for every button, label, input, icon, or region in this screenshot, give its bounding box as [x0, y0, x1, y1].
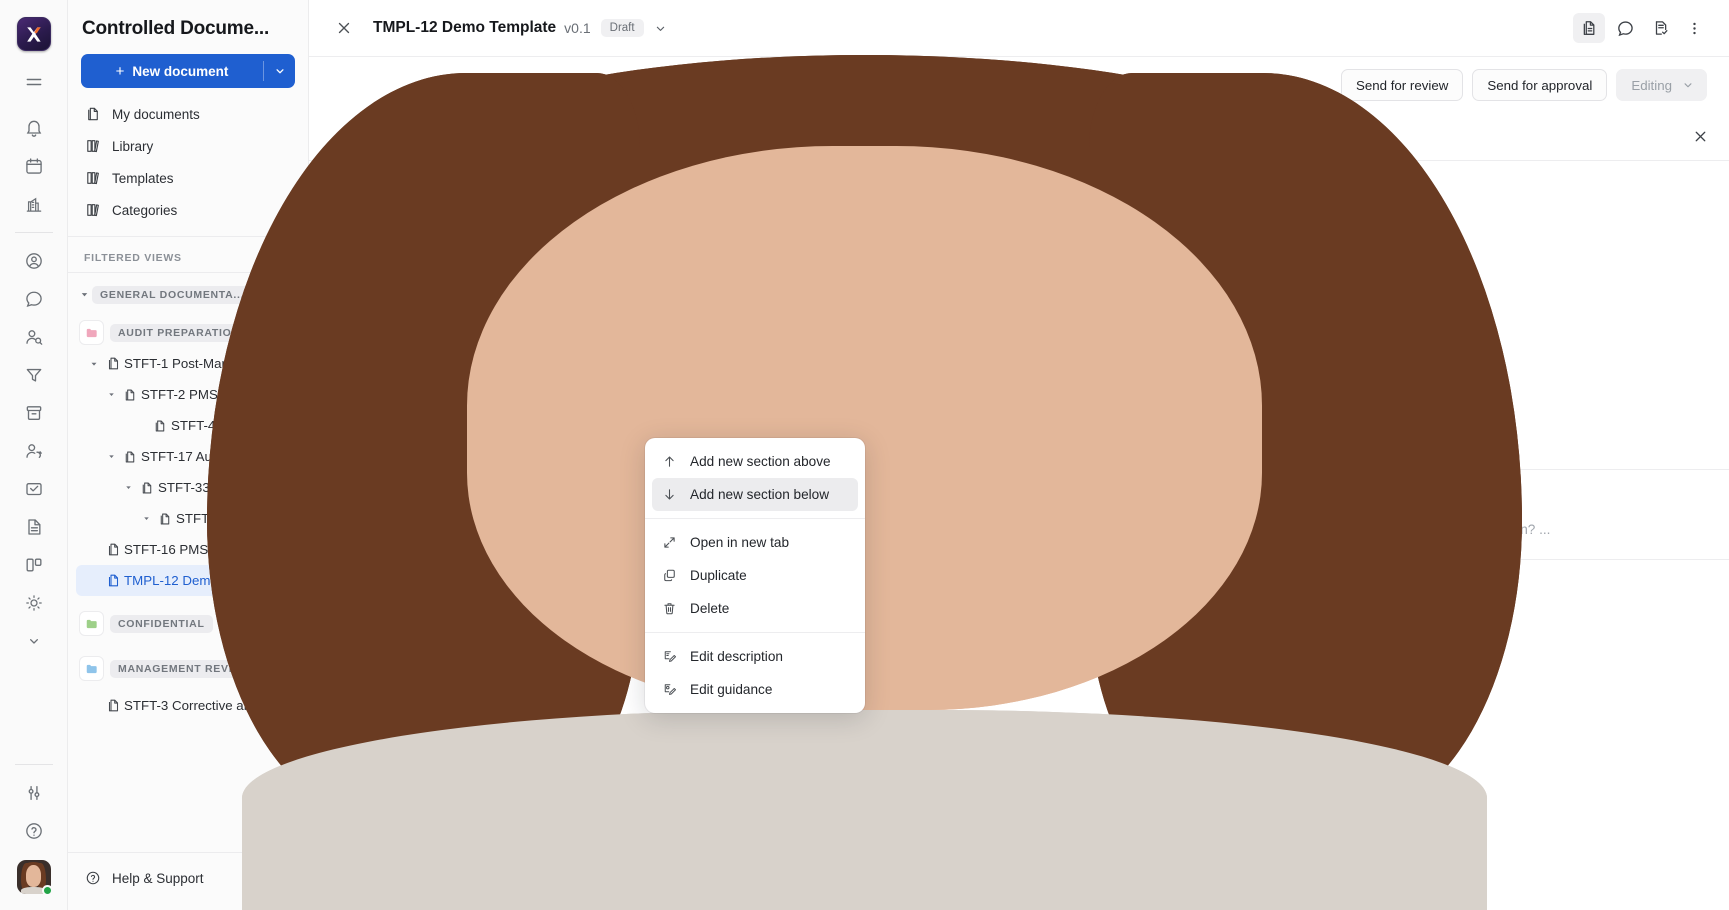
menu-item-edit-description[interactable]: Edit description [652, 640, 858, 673]
menu-item-add-section-below[interactable]: Add new section below [652, 478, 858, 511]
menu-item-edit-guidance[interactable]: Edit guidance [652, 673, 858, 706]
menu-item-label: Add new section below [690, 487, 829, 502]
avatar [1340, 422, 1361, 443]
menu-item-open-in-new-tab[interactable]: Open in new tab [652, 526, 858, 559]
field-author: Author Abigail Dawson [1187, 415, 1709, 449]
arrow-up-icon [661, 454, 677, 469]
menu-item-delete[interactable]: Delete [652, 592, 858, 625]
menu-separator [645, 518, 865, 519]
menu-item-label: Edit description [690, 649, 783, 664]
general-info-panel: General Info ID TMPL-12 Category Interna… [1167, 113, 1729, 910]
menu-item-label: Delete [690, 601, 729, 616]
menu-item-label: Add new section above [690, 454, 831, 469]
menu-item-label: Open in new tab [690, 535, 789, 550]
menu-item-label: Duplicate [690, 568, 747, 583]
main-area: TMPL-12 Demo Template v0.1 Draft [309, 0, 1729, 910]
menu-separator [645, 632, 865, 633]
duplicate-icon [661, 568, 677, 583]
app-window: Controlled Docume... + New document My d… [0, 0, 1729, 910]
content-row: Content Reason & Impact Team Release His… [309, 113, 1729, 910]
trash-icon [661, 601, 677, 616]
menu-item-label: Edit guidance [690, 682, 772, 697]
edit-guidance-icon [661, 682, 677, 697]
open-new-tab-icon [661, 535, 677, 550]
panel-body: ID TMPL-12 Category Internal Audit Docum… [1167, 161, 1729, 664]
edit-description-icon [661, 649, 677, 664]
menu-item-duplicate[interactable]: Duplicate [652, 559, 858, 592]
section-context-menu: Add new section above Add new section be… [645, 438, 865, 713]
menu-item-add-section-above[interactable]: Add new section above [652, 445, 858, 478]
arrow-down-icon [661, 487, 677, 502]
field-value-user[interactable]: Abigail Dawson [1340, 422, 1464, 443]
